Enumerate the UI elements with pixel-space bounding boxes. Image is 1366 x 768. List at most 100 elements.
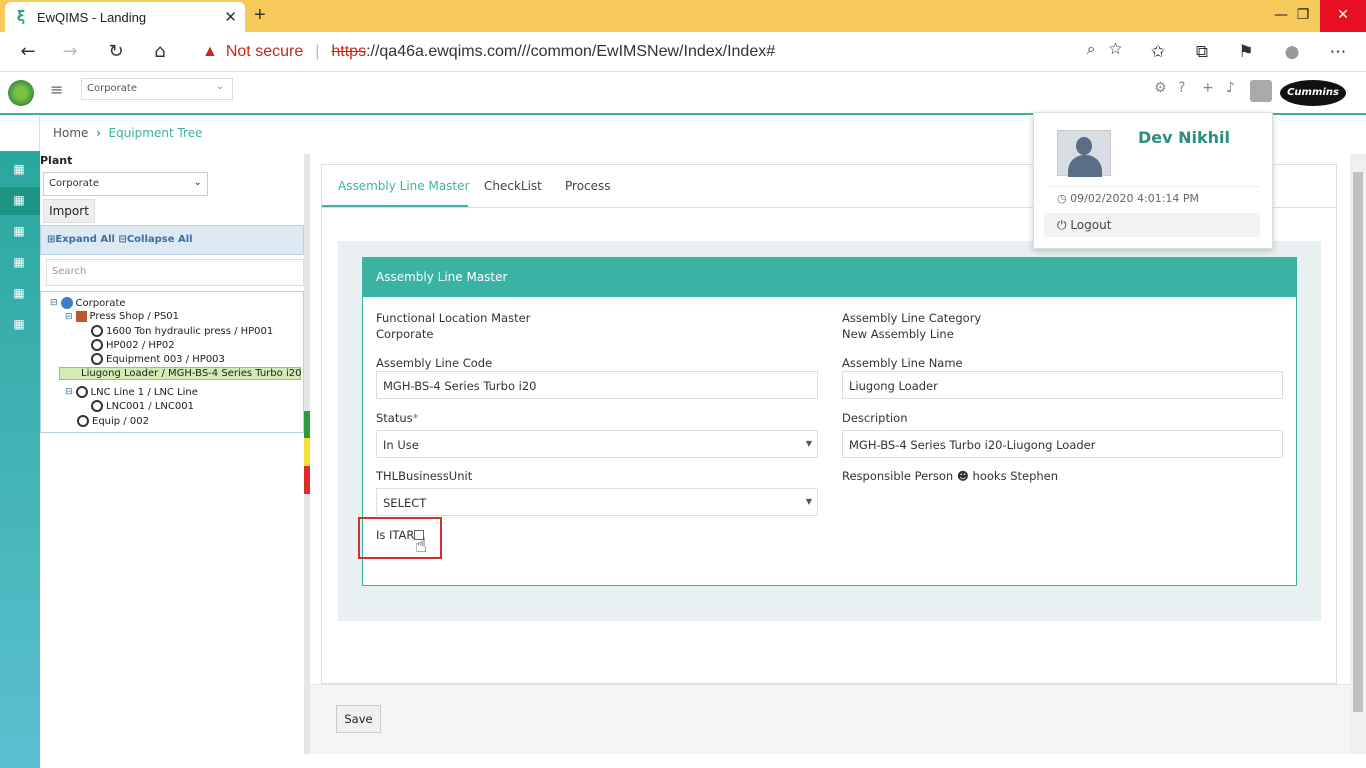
- plant-select-value: Corporate: [49, 178, 99, 189]
- profile-icon[interactable]: ●: [1280, 40, 1304, 64]
- name-input[interactable]: Liugong Loader: [842, 371, 1283, 399]
- assembly-line-card: Assembly Line Master: [362, 257, 1297, 586]
- tree-node-label: Equip / 002: [92, 415, 149, 427]
- collapse-toggle-icon[interactable]: ⊟: [50, 298, 58, 308]
- expand-all-link[interactable]: Expand All: [55, 234, 115, 245]
- refresh-icon[interactable]: ↻: [104, 40, 128, 64]
- tree-node-label: Equipment 003 / HP003: [106, 353, 225, 365]
- address-bar-row: ← → ↻ ⌂ ▲ Not secure | https ://qa46a.ew…: [0, 32, 1366, 72]
- plant-icon: [75, 311, 87, 322]
- app-logo[interactable]: [8, 80, 34, 106]
- power-icon: ⏻: [1057, 218, 1071, 232]
- logout-button[interactable]: ⏻ Logout: [1044, 213, 1260, 237]
- collections-icon[interactable]: ⧉: [1190, 40, 1214, 64]
- save-button[interactable]: Save: [336, 705, 381, 733]
- not-secure-label[interactable]: Not secure: [226, 43, 303, 61]
- description-label: Description: [842, 411, 908, 425]
- tree-search-input[interactable]: Search: [46, 259, 304, 286]
- tree-node-label: Liugong Loader / MGH-BS-4 Series Turbo i…: [81, 368, 302, 379]
- name-label: Assembly Line Name: [842, 356, 963, 370]
- bell-icon[interactable]: ♪: [1226, 80, 1235, 96]
- building-icon[interactable]: ▦: [12, 224, 26, 238]
- collapse-all-link[interactable]: Collapse All: [127, 234, 193, 245]
- building-icon[interactable]: ▦: [12, 162, 26, 176]
- tree-node[interactable]: Equipment 003 / HP003: [91, 353, 225, 365]
- plant-select[interactable]: Corporate ⌄: [43, 172, 208, 196]
- help-icon[interactable]: ?: [1178, 80, 1185, 96]
- login-time: ◷ 09/02/2020 4:01:14 PM: [1057, 192, 1199, 205]
- tree-node[interactable]: Equip / 002: [77, 415, 149, 427]
- functional-location-value: Corporate: [376, 327, 434, 341]
- tree-node[interactable]: ⊟ Press Shop / PS01: [65, 311, 179, 322]
- scrollbar[interactable]: [1350, 154, 1366, 754]
- responsible-value: hooks Stephen: [972, 469, 1059, 483]
- breadcrumb-separator: ›: [92, 126, 109, 140]
- zoom-icon[interactable]: ⌕ ☆: [1087, 41, 1122, 59]
- category-value: New Assembly Line: [842, 327, 954, 341]
- collapse-toggle-icon[interactable]: ⊟: [65, 312, 73, 322]
- new-tab-icon[interactable]: +: [254, 4, 266, 27]
- functional-location-label: Functional Location Master: [376, 311, 531, 325]
- status-label: Status*: [376, 411, 418, 425]
- more-icon[interactable]: ⋯: [1326, 40, 1350, 64]
- tree-node[interactable]: LNC001 / LNC001: [91, 400, 194, 412]
- tree-node[interactable]: ⊟ Corporate: [50, 297, 126, 309]
- user-photo: [1057, 130, 1111, 177]
- tree-node[interactable]: ⊟ LNC Line 1 / LNC Line: [65, 386, 198, 398]
- highlight-box: [358, 517, 442, 559]
- clock-icon: ◷: [1057, 192, 1071, 205]
- forward-icon[interactable]: →: [58, 40, 82, 64]
- responsible-person: Responsible Person ☻ hooks Stephen: [842, 469, 1058, 483]
- collapse-all-icon[interactable]: ⊟: [118, 234, 126, 245]
- description-input[interactable]: MGH-BS-4 Series Turbo i20-Liugong Loader: [842, 430, 1283, 458]
- user-popup: Dev Nikhil ◷ 09/02/2020 4:01:14 PM ⏻ Log…: [1033, 112, 1273, 249]
- url-field[interactable]: ▲ Not secure | https ://qa46a.ewqims.com…: [188, 37, 1130, 67]
- close-tab-icon[interactable]: ✕: [224, 8, 237, 26]
- tree-node[interactable]: HP002 / HP02: [91, 339, 175, 351]
- building-icon[interactable]: ▦: [12, 193, 26, 207]
- building-icon[interactable]: ▦: [12, 255, 26, 269]
- chevron-down-icon: ⌄: [215, 81, 224, 92]
- breadcrumb-home[interactable]: Home: [53, 126, 88, 140]
- building-icon[interactable]: ▦: [12, 317, 26, 331]
- menu-icon[interactable]: ≡: [50, 80, 63, 99]
- tab-assembly-line-master[interactable]: Assembly Line Master: [338, 179, 469, 193]
- app-header: ≡ Corporate ⌄ ⚙ ? + ♪ Cummins: [0, 72, 1366, 115]
- feedback-icon[interactable]: ⚑: [1234, 40, 1258, 64]
- gear-icon: [75, 386, 88, 398]
- required-marker: *: [412, 411, 419, 425]
- favorites-icon[interactable]: ✩: [1146, 40, 1170, 64]
- url-scheme: https: [331, 43, 367, 60]
- back-icon[interactable]: ←: [16, 40, 40, 64]
- building-icon[interactable]: ▦: [12, 286, 26, 300]
- tree-node[interactable]: 1600 Ton hydraulic press / HP001: [91, 325, 273, 337]
- scrollbar-thumb[interactable]: [1353, 172, 1363, 712]
- home-icon[interactable]: ⌂: [148, 40, 172, 64]
- tab-process[interactable]: Process: [565, 179, 611, 193]
- gear-icon: [91, 339, 103, 351]
- status-select[interactable]: In Use ▼: [376, 430, 818, 458]
- browser-tab[interactable]: ξ EwQIMS - Landing ✕: [5, 2, 245, 32]
- org-select-value: Corporate: [87, 83, 137, 94]
- logout-label: Logout: [1070, 218, 1112, 232]
- tree-node-selected[interactable]: Liugong Loader / MGH-BS-4 Series Turbo i…: [59, 367, 301, 380]
- tab-checklist[interactable]: CheckList: [484, 179, 542, 193]
- user-silhouette-head: [1076, 137, 1092, 155]
- collapse-toggle-icon[interactable]: ⊟: [65, 387, 73, 397]
- business-unit-select[interactable]: SELECT ▼: [376, 488, 818, 516]
- tree-node-label: HP002 / HP02: [106, 339, 175, 351]
- settings-icon[interactable]: ⚙: [1154, 80, 1167, 96]
- tree-node-label: Corporate: [75, 297, 126, 309]
- user-avatar[interactable]: [1250, 80, 1272, 102]
- plant-label: Plant: [40, 154, 73, 167]
- gear-icon: [91, 353, 103, 365]
- form-footer: [310, 684, 1350, 754]
- notes-icon[interactable]: [0, 115, 40, 151]
- tree-node-label: Press Shop / PS01: [89, 311, 180, 322]
- close-window-icon[interactable]: ✕: [1320, 0, 1366, 32]
- add-icon[interactable]: +: [1202, 80, 1214, 96]
- code-input[interactable]: MGH-BS-4 Series Turbo i20: [376, 371, 818, 399]
- import-button[interactable]: Import: [43, 199, 95, 223]
- breadcrumb-current: Equipment Tree: [108, 126, 203, 140]
- org-select[interactable]: Corporate ⌄: [81, 78, 233, 100]
